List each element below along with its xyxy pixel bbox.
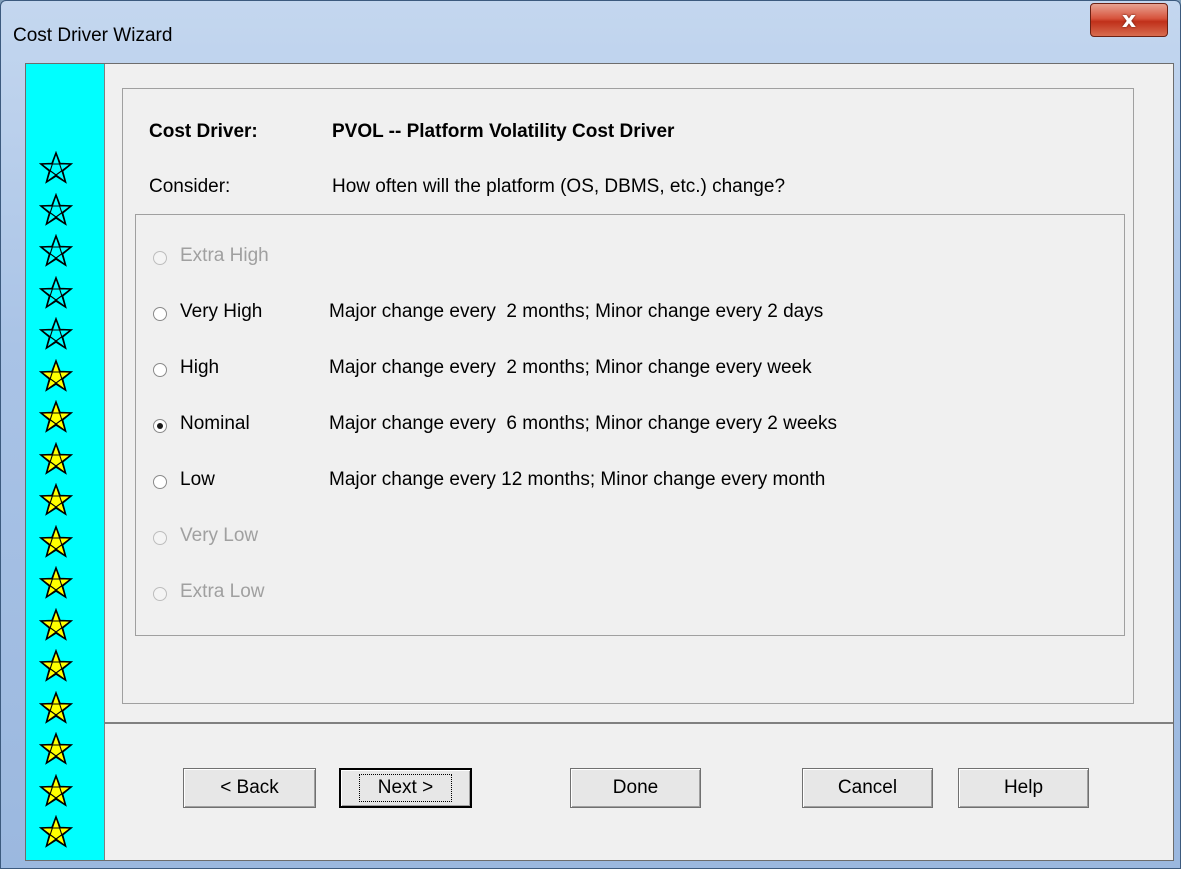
radio-button: [153, 531, 167, 545]
rating-option-extra-high: Extra High: [136, 245, 1116, 275]
filled-star-icon: [38, 565, 74, 600]
outline-star-icon: [38, 150, 74, 185]
window-title: Cost Driver Wizard: [13, 25, 173, 46]
rating-options-group: Extra High Very High Major change every 2 …: [135, 214, 1125, 636]
cost-driver-label: Cost Driver:: [149, 121, 258, 142]
close-button[interactable]: x: [1090, 3, 1168, 37]
filled-star-icon: [38, 648, 74, 683]
radio-button: [153, 251, 167, 265]
rating-option-high[interactable]: High Major change every 2 months; Minor c…: [136, 357, 1116, 387]
radio-button[interactable]: [153, 363, 167, 377]
outline-star-icon: [38, 316, 74, 351]
outline-star-icon: [38, 233, 74, 268]
rating-option-extra-low: Extra Low: [136, 581, 1116, 611]
rating-option-very-high[interactable]: Very High Major change every 2 months; Mi…: [136, 301, 1116, 331]
main-panel: Cost Driver: PVOL -- Platform Volatility…: [105, 64, 1173, 724]
outline-star-icon: [38, 192, 74, 227]
rating-option-low[interactable]: Low Major change every 12 months; Minor c…: [136, 469, 1116, 499]
rating-description: Major change every 6 months; Minor chang…: [329, 413, 837, 434]
next-button[interactable]: Next >: [339, 768, 472, 808]
help-button[interactable]: Help: [958, 768, 1089, 808]
radio-button[interactable]: [153, 307, 167, 321]
cost-driver-value: PVOL -- Platform Volatility Cost Driver: [332, 121, 675, 142]
star-strip: [26, 64, 105, 860]
filled-star-icon: [38, 731, 74, 766]
filled-star-icon: [38, 690, 74, 725]
rating-option-very-low: Very Low: [136, 525, 1116, 555]
rating-label: Low: [180, 469, 215, 490]
wizard-window: Cost Driver Wizard x Cost Driver: PVOL -…: [0, 0, 1181, 869]
rating-label: High: [180, 357, 220, 378]
filled-star-icon: [38, 482, 74, 517]
outline-star-icon: [38, 275, 74, 310]
consider-label: Consider:: [149, 176, 231, 197]
back-button[interactable]: < Back: [183, 768, 316, 808]
cancel-button[interactable]: Cancel: [802, 768, 933, 808]
radio-button: [153, 587, 167, 601]
filled-star-icon: [38, 441, 74, 476]
consider-value: How often will the platform (OS, DBMS, e…: [332, 176, 786, 197]
filled-star-icon: [38, 358, 74, 393]
title-bar[interactable]: Cost Driver Wizard x: [1, 1, 1180, 61]
rating-label: Extra Low: [180, 581, 265, 602]
rating-description: Major change every 2 months; Minor chang…: [329, 357, 812, 378]
filled-star-icon: [38, 524, 74, 559]
close-icon: x: [1121, 7, 1137, 33]
rating-label: Very High: [180, 301, 263, 322]
dialog-client-area: Cost Driver: PVOL -- Platform Volatility…: [25, 63, 1174, 861]
filled-star-icon: [38, 607, 74, 642]
rating-label: Extra High: [180, 245, 269, 266]
rating-description: Major change every 12 months; Minor chan…: [329, 469, 826, 490]
radio-button[interactable]: [153, 475, 167, 489]
done-button[interactable]: Done: [570, 768, 701, 808]
filled-star-icon: [38, 814, 74, 849]
next-button-label: Next >: [358, 774, 453, 802]
rating-label: Nominal: [180, 413, 250, 434]
filled-star-icon: [38, 773, 74, 808]
filled-star-icon: [38, 399, 74, 434]
rating-description: Major change every 2 months; Minor chang…: [329, 301, 824, 322]
radio-button[interactable]: [153, 419, 167, 433]
rating-option-nominal[interactable]: Nominal Major change every 6 months; Mino…: [136, 413, 1116, 443]
rating-label: Very Low: [180, 525, 259, 546]
